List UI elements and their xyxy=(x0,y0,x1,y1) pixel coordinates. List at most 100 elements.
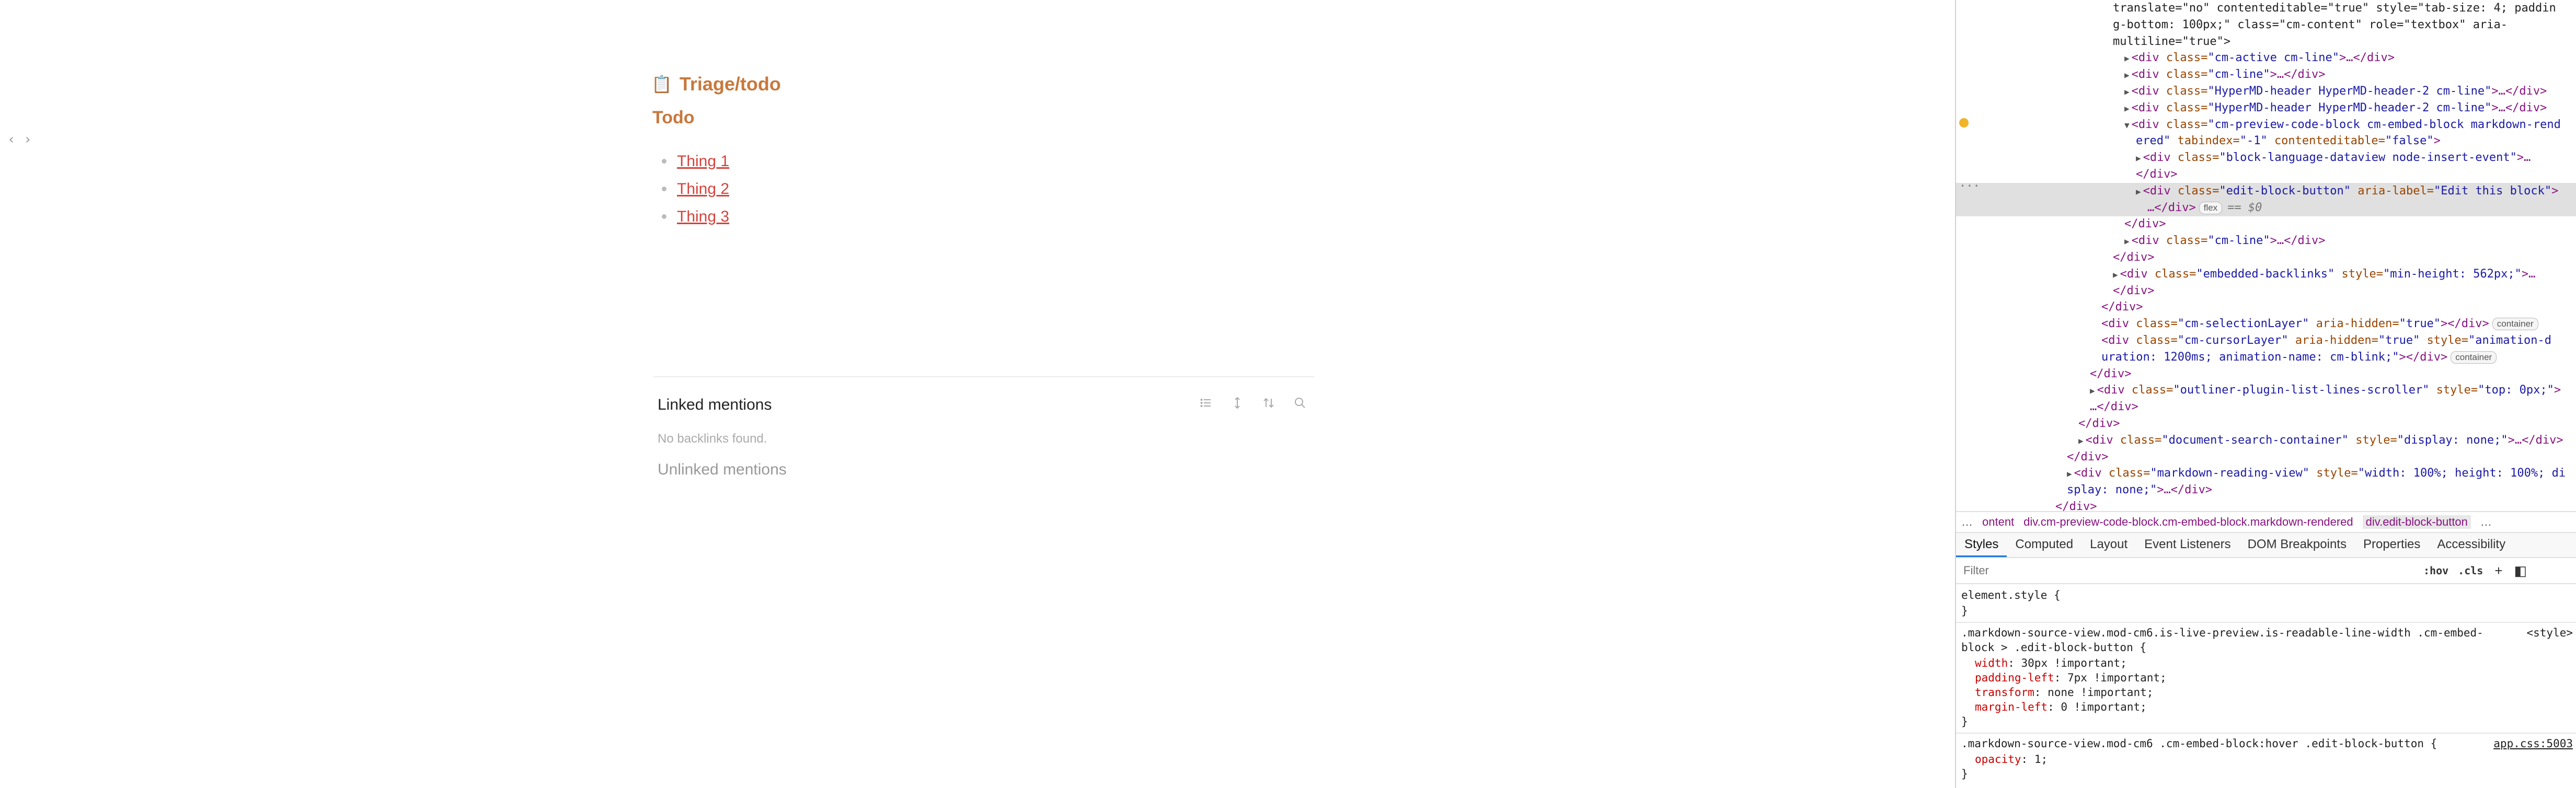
thing-link[interactable]: Thing 3 xyxy=(677,208,729,226)
collapse-triangle-icon[interactable]: ▼ xyxy=(2124,120,2130,130)
dom-node-line[interactable]: ▶ <div class="markdown-reading-view" styl… xyxy=(1956,465,2576,482)
property-value[interactable]: 30px !important; xyxy=(2021,657,2127,669)
expand-triangle-icon[interactable]: ▶ xyxy=(2124,70,2130,80)
dom-node-line[interactable]: </div> xyxy=(1956,166,2576,183)
breadcrumb-ellipsis[interactable]: … xyxy=(2480,515,2492,529)
dom-node-line[interactable]: ▶ <div class="block-language-dataview nod… xyxy=(1956,149,2576,166)
toggle-sidebar-icon[interactable]: ‹ › xyxy=(7,132,32,147)
expand-triangle-icon[interactable]: ▶ xyxy=(2124,87,2130,97)
css-property[interactable]: margin-left: 0 !important; xyxy=(1975,699,2147,715)
add-rule-icon[interactable]: + xyxy=(2494,563,2502,579)
property-value[interactable]: 7px !important; xyxy=(2067,671,2167,684)
sort-icon[interactable] xyxy=(1260,394,1278,412)
rule-selector[interactable]: .markdown-source-view.mod-cm6 .cm-embed-… xyxy=(1961,736,2437,751)
dom-tree[interactable]: translate="no" contenteditable="true" st… xyxy=(1956,0,2576,511)
breadcrumb-item-active[interactable]: div.edit-block-button xyxy=(2362,515,2471,529)
expand-triangle-icon[interactable]: ▶ xyxy=(2124,103,2130,113)
breadcrumb-item[interactable]: ontent xyxy=(1982,515,2014,529)
expand-triangle-icon[interactable]: ▶ xyxy=(2124,53,2130,63)
layout-badge[interactable]: container xyxy=(2451,351,2497,364)
expand-triangle-icon[interactable]: ▶ xyxy=(2136,187,2141,196)
expand-vertical-icon[interactable] xyxy=(1228,394,1246,412)
property-value[interactable]: 1; xyxy=(2034,753,2048,766)
expand-triangle-icon[interactable]: ▶ xyxy=(2078,436,2084,446)
dom-node-line[interactable]: ered" tabindex="-1" contenteditable="fal… xyxy=(1956,133,2576,149)
dom-node-line[interactable]: ▶ <div class="HyperMD-header HyperMD-head… xyxy=(1956,83,2576,100)
dom-node-line[interactable]: <div class="cm-cursorLayer" aria-hidden=… xyxy=(1956,332,2576,349)
thing-link[interactable]: Thing 1 xyxy=(677,153,729,170)
dom-node-line[interactable]: splay: none;">…</div> xyxy=(1956,482,2576,499)
breadcrumb-ellipsis[interactable]: … xyxy=(1961,515,1973,529)
dom-node-line[interactable]: </div> xyxy=(1956,216,2576,233)
property-name[interactable]: transform xyxy=(1975,686,2034,699)
dom-node-line[interactable]: ▶ <div class="cm-line">…</div> xyxy=(1956,233,2576,249)
dom-node-line[interactable]: </div> xyxy=(1956,299,2576,316)
css-property[interactable]: opacity: 1; xyxy=(1975,751,2048,767)
tab-styles[interactable]: Styles xyxy=(1956,533,2007,557)
search-icon[interactable] xyxy=(1291,394,1309,412)
dom-token: <div xyxy=(2101,334,2136,347)
dom-node-line[interactable]: ▶ <div class="document-search-container" … xyxy=(1956,432,2576,449)
dom-node-line[interactable]: ▶ <div class="HyperMD-header HyperMD-head… xyxy=(1956,100,2576,117)
dom-node-line[interactable]: ▶ <div class="embedded-backlinks" style="… xyxy=(1956,266,2576,283)
dom-node-line[interactable]: g-bottom: 100px;" class="cm-content" rol… xyxy=(1956,17,2576,33)
note-title-text[interactable]: Triage/todo xyxy=(680,73,781,95)
tab-computed[interactable]: Computed xyxy=(2007,533,2082,557)
rule-source-link[interactable]: app.css:5003 xyxy=(2493,736,2573,751)
css-property[interactable]: transform: none !important; xyxy=(1975,685,2153,700)
expand-triangle-icon[interactable]: ▶ xyxy=(2067,469,2072,479)
tab-properties[interactable]: Properties xyxy=(2355,533,2429,557)
tab-event-listeners[interactable]: Event Listeners xyxy=(2136,533,2239,557)
expand-triangle-icon[interactable]: ▶ xyxy=(2090,386,2095,396)
dom-node-line[interactable]: multiline="true"> xyxy=(1956,33,2576,50)
dom-node-line[interactable]: ▶ <div class="outliner-plugin-list-lines-… xyxy=(1956,382,2576,399)
tab-layout[interactable]: Layout xyxy=(2082,533,2136,557)
list-icon[interactable] xyxy=(1197,394,1215,412)
dom-node-line[interactable]: ▶ <div class="cm-line">…</div> xyxy=(1956,66,2576,83)
dom-node-line[interactable]: ▶ <div class="cm-active cm-line">…</div> xyxy=(1956,50,2576,66)
sidebar-toggle-icon[interactable]: ◧ xyxy=(2514,563,2527,579)
layout-badge[interactable]: container xyxy=(2492,318,2538,330)
breadcrumb-item[interactable]: div.cm-preview-code-block.cm-embed-block… xyxy=(2023,515,2353,529)
dom-node-line[interactable]: uration: 1200ms; animation-name: cm-blin… xyxy=(1956,349,2576,366)
thing-link[interactable]: Thing 2 xyxy=(677,180,729,198)
expand-triangle-icon[interactable]: ▶ xyxy=(2124,236,2130,246)
property-name[interactable]: margin-left xyxy=(1975,701,2048,713)
css-property[interactable]: width: 30px !important; xyxy=(1975,655,2127,671)
dom-node-line[interactable]: ▶ <div class="edit-block-button" aria-lab… xyxy=(1956,183,2576,200)
layout-badge[interactable]: flex xyxy=(2199,202,2223,214)
property-name[interactable]: padding-left xyxy=(1975,671,2054,684)
property-name[interactable]: width xyxy=(1975,657,2008,669)
css-property[interactable]: padding-left: 7px !important; xyxy=(1975,670,2167,686)
element-style-selector[interactable]: element.style { xyxy=(1961,587,2061,603)
cls-toggle[interactable]: .cls xyxy=(2458,564,2483,577)
dom-node-line[interactable]: </div> xyxy=(1956,449,2576,466)
more-options-icon[interactable]: ··· xyxy=(1959,180,1980,193)
dom-node-line[interactable]: </div> xyxy=(1956,283,2576,299)
dom-node-line[interactable]: translate="no" contenteditable="true" st… xyxy=(1956,0,2576,17)
dom-token: </div> xyxy=(2113,284,2155,297)
dom-node-line[interactable]: …</div> flex == $0 xyxy=(1956,200,2576,216)
unlinked-mentions-title[interactable]: Unlinked mentions xyxy=(658,461,787,479)
dom-node-line[interactable]: </div> xyxy=(1956,499,2576,511)
dom-node-line[interactable]: </div> xyxy=(1956,366,2576,383)
expand-triangle-icon[interactable]: ▶ xyxy=(2113,270,2118,280)
dom-node-line[interactable]: </div> xyxy=(1956,415,2576,432)
dom-node-line[interactable]: <div class="cm-selectionLayer" aria-hidd… xyxy=(1956,316,2576,332)
linked-mentions-title[interactable]: Linked mentions xyxy=(658,396,772,414)
dom-node-line[interactable]: </div> xyxy=(1956,249,2576,266)
rule-selector[interactable]: block > .edit-block-button { xyxy=(1961,640,2146,655)
filter-input[interactable] xyxy=(1962,561,2414,580)
tab-accessibility[interactable]: Accessibility xyxy=(2429,533,2514,557)
dom-token: contenteditable= xyxy=(2274,134,2385,147)
property-value[interactable]: 0 !important; xyxy=(2061,701,2146,713)
tab-dom-breakpoints[interactable]: DOM Breakpoints xyxy=(2239,533,2355,557)
property-value[interactable]: none !important; xyxy=(2048,686,2153,699)
dom-node-line[interactable]: …</div> xyxy=(1956,399,2576,415)
dom-node-line[interactable]: ▼ <div class="cm-preview-code-block cm-em… xyxy=(1956,117,2576,133)
expand-triangle-icon[interactable]: ▶ xyxy=(2136,153,2141,163)
property-name[interactable]: opacity xyxy=(1975,753,2021,766)
hov-toggle[interactable]: :hov xyxy=(2423,564,2448,577)
rule-selector[interactable]: .markdown-source-view.mod-cm6.is-live-pr… xyxy=(1961,625,2483,641)
rule-source: <style> xyxy=(2526,627,2573,639)
